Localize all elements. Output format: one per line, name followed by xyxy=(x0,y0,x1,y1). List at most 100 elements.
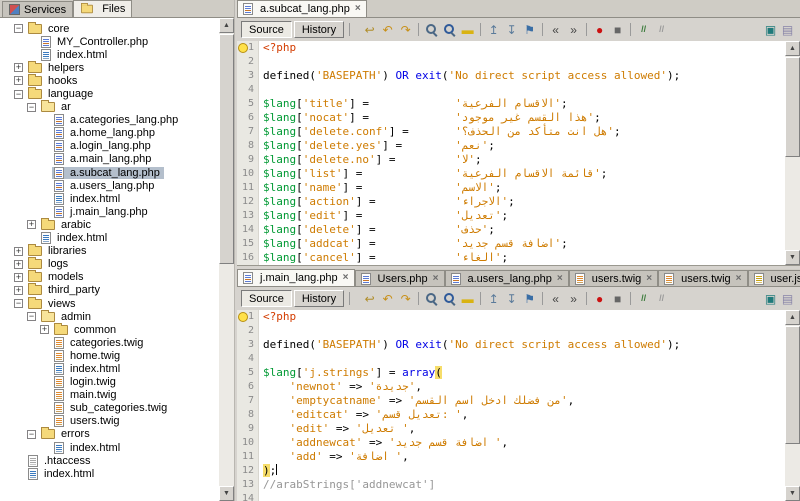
plus-expander-icon[interactable]: + xyxy=(14,273,23,282)
tree-node-login-twig[interactable]: login.twig xyxy=(0,376,219,389)
tree-node-index-html[interactable]: index.html xyxy=(0,48,219,61)
tree-node-language[interactable]: −language xyxy=(0,87,219,100)
close-tab-icon[interactable]: × xyxy=(355,4,361,14)
shift-right-icon[interactable]: » xyxy=(565,21,582,38)
source-button[interactable]: Source xyxy=(241,290,292,307)
jump-forward-icon[interactable]: ↷ xyxy=(397,290,414,307)
minus-expander-icon[interactable]: − xyxy=(14,24,23,33)
top-editor-scrollbar-thumb[interactable] xyxy=(785,57,800,157)
tree-node-j-main-lang-php[interactable]: j.main_lang.php xyxy=(0,205,219,218)
editor-tab-a-users-lang-php[interactable]: a.users_lang.php× xyxy=(445,270,569,286)
last-edit-icon[interactable]: ↩ xyxy=(361,290,378,307)
tree-node-index-html[interactable]: index.html xyxy=(0,192,219,205)
plus-expander-icon[interactable]: + xyxy=(40,325,49,334)
record-macro-icon[interactable]: ● xyxy=(591,290,608,307)
find-occurrence-icon[interactable] xyxy=(441,290,458,307)
plus-expander-icon[interactable]: + xyxy=(14,286,23,295)
tree-node-hooks[interactable]: +hooks xyxy=(0,74,219,87)
close-tab-icon[interactable]: × xyxy=(736,274,742,284)
tree-scrollbar[interactable]: ▲ ▼ xyxy=(219,18,234,501)
comment-icon[interactable]: // xyxy=(635,290,652,307)
toggle-highlight-icon[interactable]: ▬ xyxy=(459,290,476,307)
toggle-bookmark-icon[interactable]: ⚑ xyxy=(521,21,538,38)
toggle-bookmark-icon[interactable]: ⚑ xyxy=(521,290,538,307)
uncomment-icon[interactable]: // xyxy=(653,290,670,307)
tree-node-a-main-lang-php[interactable]: a.main_lang.php xyxy=(0,153,219,166)
plus-expander-icon[interactable]: + xyxy=(14,260,23,269)
tree-node-a-users-lang-php[interactable]: a.users_lang.php xyxy=(0,179,219,192)
jump-back-icon[interactable]: ↶ xyxy=(379,21,396,38)
source-button[interactable]: Source xyxy=(241,21,292,38)
scroll-down-icon[interactable]: ▼ xyxy=(785,250,800,265)
tree-node-arabic[interactable]: +arabic xyxy=(0,218,219,231)
stop-macro-icon[interactable]: ■ xyxy=(609,21,626,38)
minus-expander-icon[interactable]: − xyxy=(14,299,23,308)
tree-node-index-html[interactable]: index.html xyxy=(0,441,219,454)
plus-expander-icon[interactable]: + xyxy=(27,220,36,229)
uncomment-icon[interactable]: // xyxy=(653,21,670,38)
next-bookmark-icon[interactable]: ↧ xyxy=(503,21,520,38)
jump-back-icon[interactable]: ↶ xyxy=(379,290,396,307)
tree-node-users-twig[interactable]: users.twig xyxy=(0,415,219,428)
close-tab-icon[interactable]: × xyxy=(646,274,652,284)
bottom-editor-body[interactable]: 1<?php23defined('BASEPATH') OR exit('No … xyxy=(237,310,800,501)
tree-node-errors[interactable]: −errors xyxy=(0,428,219,441)
tree-node-helpers[interactable]: +helpers xyxy=(0,61,219,74)
tree-node-admin[interactable]: −admin xyxy=(0,310,219,323)
profiler-icon[interactable]: ▣ xyxy=(762,290,779,307)
find-selection-icon[interactable] xyxy=(423,21,440,38)
scroll-down-icon[interactable]: ▼ xyxy=(219,486,234,501)
tree-node-categories-twig[interactable]: categories.twig xyxy=(0,336,219,349)
last-edit-icon[interactable]: ↩ xyxy=(361,21,378,38)
previous-bookmark-icon[interactable]: ↥ xyxy=(485,21,502,38)
tree-node-third-party[interactable]: +third_party xyxy=(0,284,219,297)
find-occurrence-icon[interactable] xyxy=(441,21,458,38)
editor-tab-j-main-lang-php[interactable]: j.main_lang.php× xyxy=(237,269,355,286)
tree-node-main-twig[interactable]: main.twig xyxy=(0,389,219,402)
bottom-code-view[interactable]: 1<?php23defined('BASEPATH') OR exit('No … xyxy=(237,310,785,501)
plus-expander-icon[interactable]: + xyxy=(14,63,23,72)
scroll-up-icon[interactable]: ▲ xyxy=(785,41,800,56)
plus-expander-icon[interactable]: + xyxy=(14,247,23,256)
shift-right-icon[interactable]: » xyxy=(565,290,582,307)
close-tab-icon[interactable]: × xyxy=(343,273,349,283)
minus-expander-icon[interactable]: − xyxy=(27,430,36,439)
top-code-view[interactable]: 1<?php23defined('BASEPATH') OR exit('No … xyxy=(237,41,785,265)
editor-tab-users-twig[interactable]: users.twig× xyxy=(569,270,658,286)
minus-expander-icon[interactable]: − xyxy=(27,312,36,321)
top-editor-scrollbar[interactable]: ▲ ▼ xyxy=(785,41,800,265)
plus-expander-icon[interactable]: + xyxy=(14,76,23,85)
tree-scrollbar-thumb[interactable] xyxy=(219,34,234,264)
history-button[interactable]: History xyxy=(294,21,344,38)
top-editor-body[interactable]: 1<?php23defined('BASEPATH') OR exit('No … xyxy=(237,41,800,265)
bottom-editor-scrollbar-thumb[interactable] xyxy=(785,326,800,444)
panel-tab-services[interactable]: Services xyxy=(2,1,73,17)
editor-tab-user-js[interactable]: user.js× xyxy=(748,270,800,286)
tree-node-core[interactable]: −core xyxy=(0,22,219,35)
tree-node-ar[interactable]: −ar xyxy=(0,101,219,114)
tree-node-sub-categories-twig[interactable]: sub_categories.twig xyxy=(0,402,219,415)
editor-tab-a-subcat-lang-php[interactable]: a.subcat_lang.php× xyxy=(237,0,367,17)
tree-node-libraries[interactable]: +libraries xyxy=(0,245,219,258)
stop-macro-icon[interactable]: ■ xyxy=(609,290,626,307)
tree-node-views[interactable]: −views xyxy=(0,297,219,310)
find-selection-icon[interactable] xyxy=(423,290,440,307)
panel-tab-files[interactable]: Files xyxy=(73,0,132,17)
bottom-editor-scrollbar[interactable]: ▲ ▼ xyxy=(785,310,800,501)
jump-forward-icon[interactable]: ↷ xyxy=(397,21,414,38)
toggle-highlight-icon[interactable]: ▬ xyxy=(459,21,476,38)
close-tab-icon[interactable]: × xyxy=(433,274,439,284)
profiler-icon[interactable]: ▣ xyxy=(762,21,779,38)
minus-expander-icon[interactable]: − xyxy=(27,103,36,112)
memory-icon[interactable]: ▤ xyxy=(779,290,796,307)
tree-node-models[interactable]: +models xyxy=(0,271,219,284)
tree-node-index-html[interactable]: index.html xyxy=(0,362,219,375)
tree-node-a-home-lang-php[interactable]: a.home_lang.php xyxy=(0,127,219,140)
scroll-up-icon[interactable]: ▲ xyxy=(785,310,800,325)
tree-node-common[interactable]: +common xyxy=(0,323,219,336)
tree-node-home-twig[interactable]: home.twig xyxy=(0,349,219,362)
editor-tab-users-twig[interactable]: users.twig× xyxy=(658,270,747,286)
tree-node-index-html[interactable]: index.html xyxy=(0,232,219,245)
history-button[interactable]: History xyxy=(294,290,344,307)
tree-node-index-html[interactable]: index.html xyxy=(0,467,219,480)
